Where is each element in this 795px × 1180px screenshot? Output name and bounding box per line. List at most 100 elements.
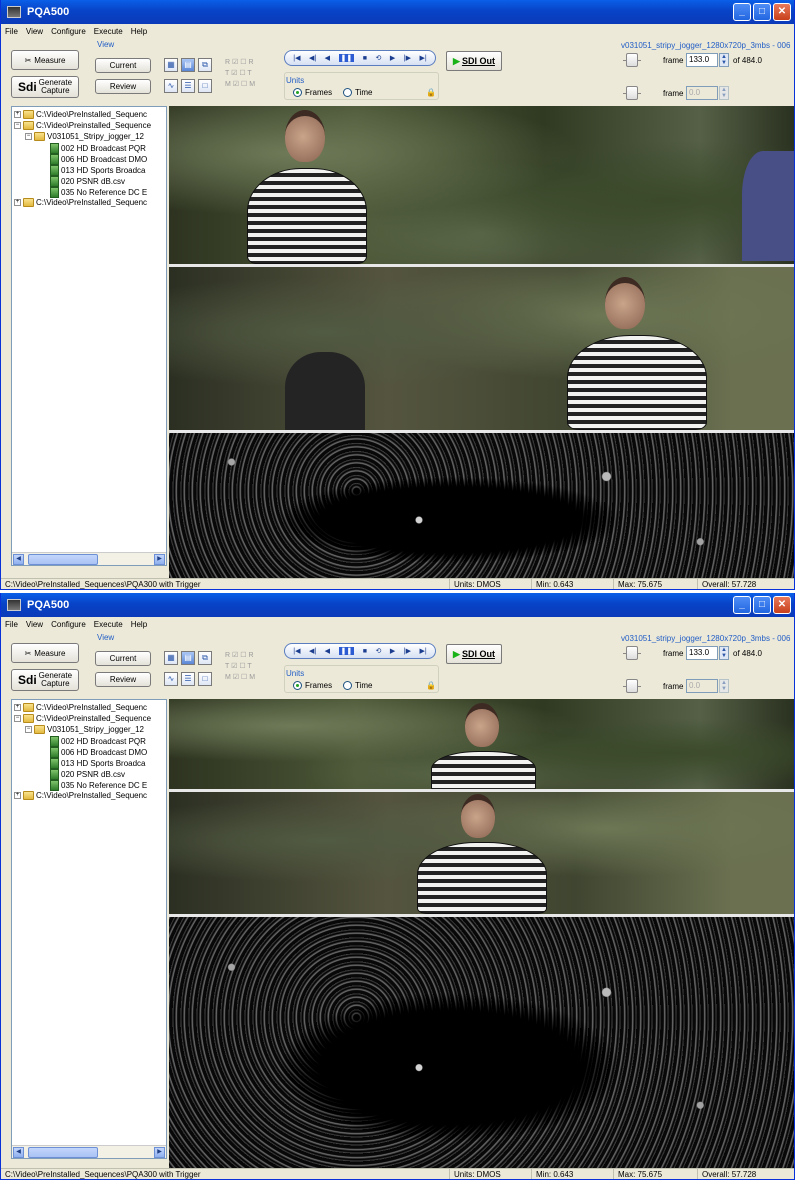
t-checkbox[interactable]: T ☑ ☐ T	[225, 69, 252, 77]
sdi-out-button[interactable]: ▶ SDI Out	[446, 51, 502, 71]
tree-scrollbar[interactable]: ◀ ▶	[12, 1145, 166, 1158]
list-icon[interactable]: ☰	[181, 672, 195, 686]
title-bar[interactable]: PQA500 _ □ ✕	[1, 593, 794, 617]
frame-slider-thumb[interactable]	[626, 646, 638, 660]
play-icon[interactable]: ▶	[390, 647, 395, 655]
menu-configure[interactable]: Configure	[51, 620, 86, 629]
tree-item[interactable]: 020 PSNR dB.csv	[50, 176, 125, 187]
frame2-slider-thumb[interactable]	[626, 679, 638, 693]
stop-icon[interactable]: ■	[363, 55, 367, 62]
step-forward-icon[interactable]: |▶	[404, 647, 411, 655]
frame-spinner[interactable]: ▲ ▼	[719, 646, 729, 660]
step-forward-icon[interactable]: |▶	[404, 54, 411, 62]
list-icon[interactable]: ☰	[181, 79, 195, 93]
menu-execute[interactable]: Execute	[94, 27, 123, 36]
graph-icon[interactable]: ∿	[164, 79, 178, 93]
close-button[interactable]: ✕	[773, 596, 791, 614]
frame2-input[interactable]: 0.0	[686, 679, 718, 693]
reverse-icon[interactable]: ◀	[325, 54, 330, 62]
tree-scrollbar[interactable]: ◀ ▶	[12, 552, 166, 565]
pause-icon[interactable]: ❚❚	[338, 647, 355, 655]
menu-view[interactable]: View	[26, 620, 43, 629]
tree-item[interactable]: + C:\Video\PreInstalled_Sequenc	[14, 110, 147, 119]
tree-item[interactable]: 035 No Reference DC E	[50, 187, 147, 198]
tree-item[interactable]: 013 HD Sports Broadca	[50, 758, 146, 769]
tree-item[interactable]: − C:\Video\Preinstalled_Sequence	[14, 714, 151, 723]
pause-icon[interactable]: ❚❚	[338, 54, 355, 62]
layout-overlay-icon[interactable]: ⧉	[198, 58, 212, 72]
layout-grid-icon[interactable]: ▦	[164, 58, 178, 72]
tree-item[interactable]: 002 HD Broadcast PQR	[50, 143, 146, 154]
close-button[interactable]: ✕	[773, 3, 791, 21]
tree-item[interactable]: + C:\Video\PreInstalled_Sequenc	[14, 791, 147, 800]
m-checkbox[interactable]: M ☑ ☐ M	[225, 80, 255, 88]
loop-icon[interactable]: ⟲	[376, 54, 382, 62]
sdi-out-button[interactable]: ▶ SDI Out	[446, 644, 502, 664]
menu-execute[interactable]: Execute	[94, 620, 123, 629]
tree-item[interactable]: 006 HD Broadcast DMO	[50, 747, 147, 758]
frames-radio[interactable]: Frames	[293, 681, 332, 690]
tree-item[interactable]: − C:\Video\Preinstalled_Sequence	[14, 121, 151, 130]
current-button[interactable]: Current	[95, 651, 151, 666]
frame-input[interactable]: 133.0	[686, 53, 718, 67]
tree-item[interactable]: − V031051_Stripy_jogger_12	[25, 132, 144, 141]
tree-item[interactable]: 020 PSNR dB.csv	[50, 769, 125, 780]
layout-stacked-icon[interactable]: ▤	[181, 58, 195, 72]
review-button[interactable]: Review	[95, 79, 151, 94]
step-back-icon[interactable]: ◀|	[309, 54, 316, 62]
r-checkbox[interactable]: R ☑ ☐ R	[225, 58, 254, 66]
loop-icon[interactable]: ⟲	[376, 647, 382, 655]
lock-icon[interactable]: 🔒	[426, 681, 436, 690]
frame2-spinner[interactable]: ▲ ▼	[719, 679, 729, 693]
tree-item[interactable]: 002 HD Broadcast PQR	[50, 736, 146, 747]
minimize-button[interactable]: _	[733, 3, 751, 21]
lock-icon[interactable]: 🔒	[426, 88, 436, 97]
menu-help[interactable]: Help	[131, 620, 147, 629]
tree-item[interactable]: 006 HD Broadcast DMO	[50, 154, 147, 165]
minimize-button[interactable]: _	[733, 596, 751, 614]
time-radio[interactable]: Time	[343, 681, 372, 690]
frame2-spinner[interactable]: ▲ ▼	[719, 86, 729, 100]
frame-spinner[interactable]: ▲ ▼	[719, 53, 729, 67]
tree-item[interactable]: + C:\Video\PreInstalled_Sequenc	[14, 703, 147, 712]
menu-configure[interactable]: Configure	[51, 27, 86, 36]
maximize-button[interactable]: □	[753, 596, 771, 614]
menu-file[interactable]: File	[5, 27, 18, 36]
menu-file[interactable]: File	[5, 620, 18, 629]
t-checkbox[interactable]: T ☑ ☐ T	[225, 662, 252, 670]
layout-stacked-icon[interactable]: ▤	[181, 651, 195, 665]
review-button[interactable]: Review	[95, 672, 151, 687]
window-icon[interactable]: □	[198, 79, 212, 93]
measure-button[interactable]: ✂ Measure	[11, 643, 79, 663]
frame2-input[interactable]: 0.0	[686, 86, 718, 100]
graph-icon[interactable]: ∿	[164, 672, 178, 686]
frame2-slider-thumb[interactable]	[626, 86, 638, 100]
r-checkbox[interactable]: R ☑ ☐ R	[225, 651, 254, 659]
title-bar[interactable]: PQA500 _ □ ✕	[1, 0, 794, 24]
layout-overlay-icon[interactable]: ⧉	[198, 651, 212, 665]
tree-item[interactable]: 013 HD Sports Broadca	[50, 165, 146, 176]
maximize-button[interactable]: □	[753, 3, 771, 21]
measure-button[interactable]: ✂ Measure	[11, 50, 79, 70]
frames-radio[interactable]: Frames	[293, 88, 332, 97]
frame-input[interactable]: 133.0	[686, 646, 718, 660]
time-radio[interactable]: Time	[343, 88, 372, 97]
menu-help[interactable]: Help	[131, 27, 147, 36]
last-frame-icon[interactable]: ▶|	[419, 647, 426, 655]
current-button[interactable]: Current	[95, 58, 151, 73]
tree-item[interactable]: + C:\Video\PreInstalled_Sequenc	[14, 198, 147, 207]
generate-capture-button[interactable]: Sdi Generate Capture	[11, 669, 79, 691]
menu-view[interactable]: View	[26, 27, 43, 36]
first-frame-icon[interactable]: |◀	[293, 647, 300, 655]
generate-capture-button[interactable]: Sdi Generate Capture	[11, 76, 79, 98]
reverse-icon[interactable]: ◀	[325, 647, 330, 655]
frame-slider-thumb[interactable]	[626, 53, 638, 67]
tree-item[interactable]: − V031051_Stripy_jogger_12	[25, 725, 144, 734]
stop-icon[interactable]: ■	[363, 648, 367, 655]
last-frame-icon[interactable]: ▶|	[419, 54, 426, 62]
first-frame-icon[interactable]: |◀	[293, 54, 300, 62]
window-icon[interactable]: □	[198, 672, 212, 686]
layout-grid-icon[interactable]: ▦	[164, 651, 178, 665]
m-checkbox[interactable]: M ☑ ☐ M	[225, 673, 255, 681]
step-back-icon[interactable]: ◀|	[309, 647, 316, 655]
